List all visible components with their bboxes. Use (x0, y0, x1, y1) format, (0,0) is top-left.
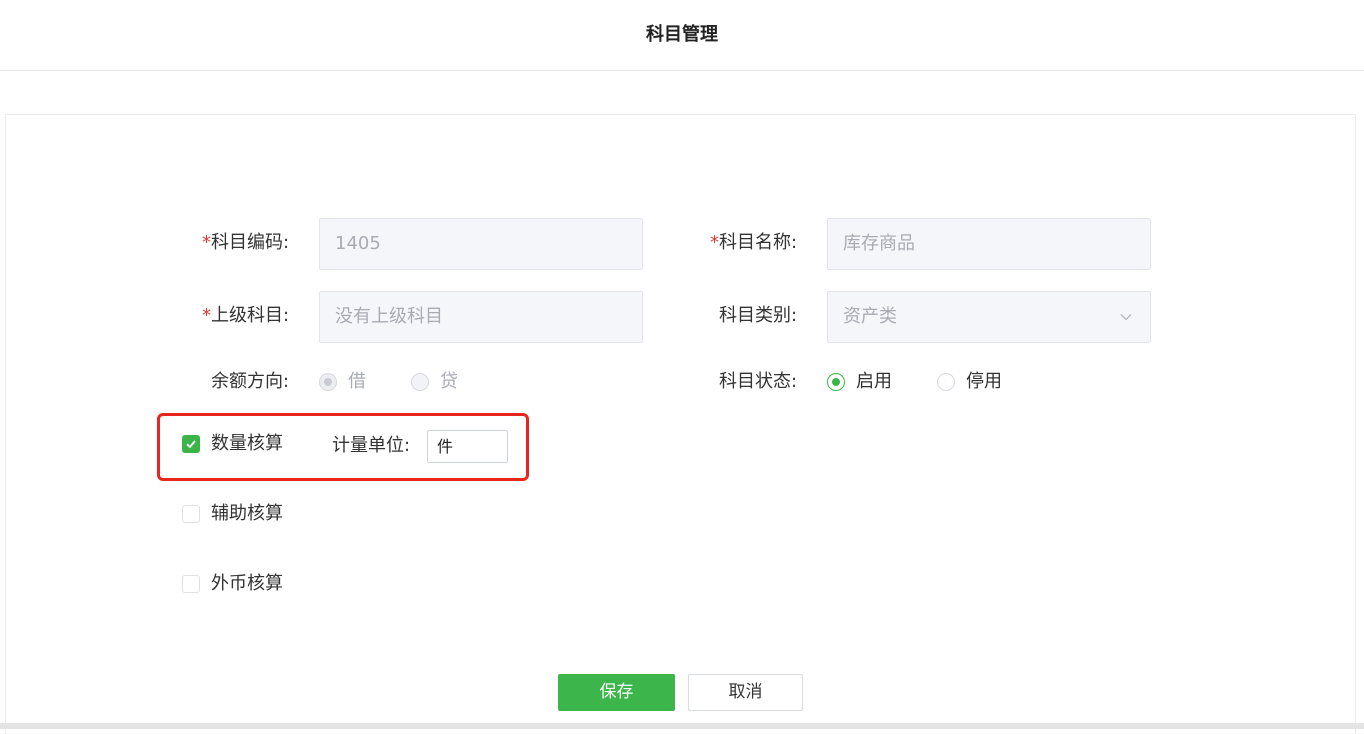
save-button[interactable]: 保存 (558, 674, 675, 711)
quantity-accounting-checkbox[interactable] (182, 435, 200, 453)
page-title: 科目管理 (646, 24, 718, 45)
cancel-button[interactable]: 取消 (688, 674, 803, 711)
balance-debit-radio[interactable] (319, 373, 337, 391)
balance-direction-label: 余额方向: (211, 371, 290, 392)
foreign-currency-accounting-checkbox[interactable] (182, 575, 200, 593)
category-select[interactable]: 资产类 (827, 291, 1151, 343)
quantity-accounting-label: 数量核算 (211, 433, 283, 454)
foreign-currency-accounting-label: 外币核算 (211, 573, 283, 594)
auxiliary-accounting-checkbox[interactable] (182, 505, 200, 523)
required-mark: * (202, 232, 211, 253)
category-label: 科目类别: (719, 305, 798, 326)
name-label-text: 科目名称: (719, 232, 798, 253)
parent-field[interactable]: 没有上级科目 (319, 291, 643, 343)
status-enabled-radio[interactable] (827, 373, 845, 391)
category-value: 资产类 (843, 306, 897, 327)
chevron-down-icon (1120, 314, 1132, 321)
name-value: 库存商品 (843, 233, 915, 254)
code-label: *科目编码: (202, 231, 289, 255)
status-enabled-label: 启用 (856, 371, 892, 392)
name-label: *科目名称: (710, 231, 797, 255)
status-label: 科目状态: (719, 371, 798, 392)
status-disabled-label: 停用 (966, 371, 1002, 392)
balance-debit-label: 借 (348, 371, 366, 392)
unit-input[interactable]: 件 (427, 430, 508, 463)
balance-credit-label: 贷 (440, 371, 458, 392)
required-mark: * (710, 232, 719, 253)
page-header: 科目管理 (0, 0, 1364, 71)
balance-credit-radio[interactable] (411, 373, 429, 391)
parent-label-text: 上级科目: (211, 305, 290, 326)
parent-label: *上级科目: (202, 304, 289, 328)
status-disabled-radio[interactable] (937, 373, 955, 391)
parent-placeholder: 没有上级科目 (335, 306, 443, 327)
code-value: 1405 (335, 233, 381, 254)
name-field[interactable]: 库存商品 (827, 218, 1151, 270)
code-label-text: 科目编码: (211, 232, 290, 253)
required-mark: * (202, 305, 211, 326)
bottom-scroll-bar (0, 723, 1364, 729)
checkmark-icon (186, 440, 196, 449)
unit-value: 件 (437, 437, 454, 456)
auxiliary-accounting-label: 辅助核算 (211, 503, 283, 524)
code-field[interactable]: 1405 (319, 218, 643, 270)
unit-label: 计量单位: (332, 435, 411, 456)
